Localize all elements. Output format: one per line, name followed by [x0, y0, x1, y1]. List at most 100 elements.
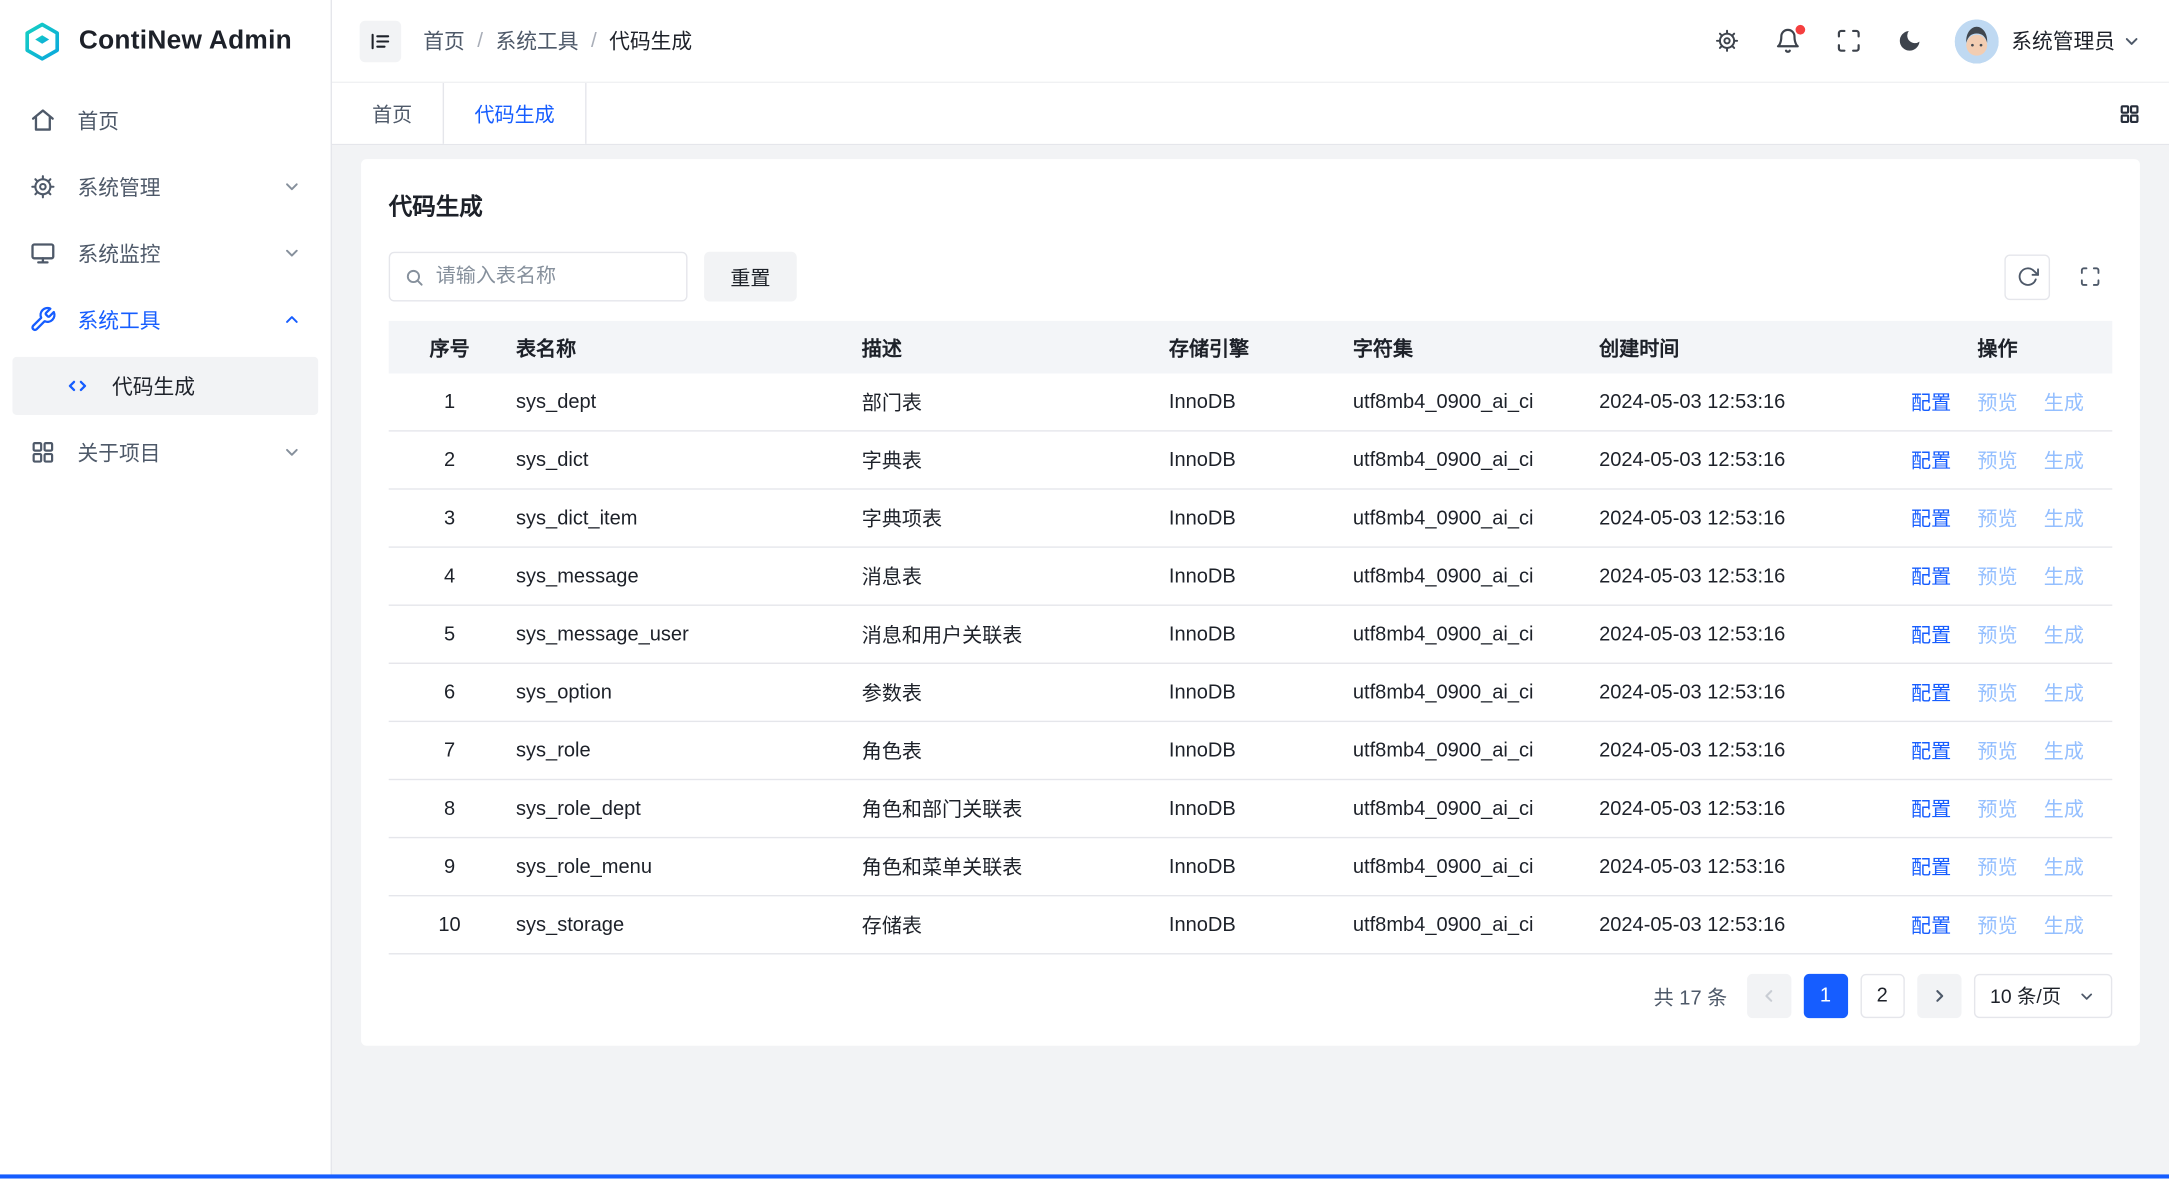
pagination-prev-button[interactable] [1747, 974, 1791, 1018]
preview-link[interactable]: 预览 [1977, 910, 2017, 939]
generate-link[interactable]: 生成 [2044, 562, 2084, 591]
pagination-next-button[interactable] [1917, 974, 1961, 1018]
notifications-button[interactable] [1775, 27, 1803, 55]
tab-code-generation[interactable]: 代码生成 [443, 83, 587, 144]
cell-actions: 配置 预览 生成 [1877, 445, 2112, 474]
preview-link[interactable]: 预览 [1977, 387, 2017, 416]
generate-link[interactable]: 生成 [2044, 504, 2084, 533]
breadcrumb-separator: / [591, 29, 597, 53]
pagination-page-1[interactable]: 1 [1803, 974, 1847, 1018]
configure-link[interactable]: 配置 [1911, 910, 1951, 939]
tab-home[interactable]: 首页 [357, 83, 428, 144]
page-size-value: 10 条/页 [1990, 982, 2061, 1010]
sidebar-item-system-management[interactable]: 系统管理 [12, 158, 318, 216]
configure-link[interactable]: 配置 [1911, 387, 1951, 416]
fullscreen-button[interactable] [1836, 27, 1864, 55]
configure-link[interactable]: 配置 [1911, 736, 1951, 765]
sidebar-item-system-monitor[interactable]: 系统监控 [12, 224, 318, 282]
cell-engine: InnoDB [1163, 856, 1347, 878]
main-area: 首页 / 系统工具 / 代码生成 [332, 0, 2169, 1179]
table-row: 5 sys_message_user 消息和用户关联表 InnoDB utf8m… [389, 606, 2113, 664]
cell-actions: 配置 预览 生成 [1877, 620, 2112, 649]
configure-link[interactable]: 配置 [1911, 794, 1951, 823]
cell-engine: InnoDB [1163, 449, 1347, 471]
configure-link[interactable]: 配置 [1911, 620, 1951, 649]
generate-link[interactable]: 生成 [2044, 620, 2084, 649]
home-icon [29, 107, 57, 135]
notification-dot [1795, 24, 1805, 34]
cell-engine: InnoDB [1163, 681, 1347, 703]
preview-link[interactable]: 预览 [1977, 562, 2017, 591]
chevron-down-icon [2078, 987, 2096, 1005]
cell-actions: 配置 预览 生成 [1877, 562, 2112, 591]
cell-index: 4 [389, 565, 511, 587]
avatar [1955, 19, 1999, 63]
wrench-icon [29, 306, 57, 334]
preview-link[interactable]: 预览 [1977, 852, 2017, 881]
cell-charset: utf8mb4_0900_ai_ci [1347, 856, 1593, 878]
cell-created-time: 2024-05-03 12:53:16 [1594, 681, 1878, 703]
breadcrumb-item-system-tools[interactable]: 系统工具 [495, 26, 578, 55]
pagination: 共 17 条 1 2 10 条/页 [389, 974, 2113, 1018]
table-row: 7 sys_role 角色表 InnoDB utf8mb4_0900_ai_ci… [389, 722, 2113, 780]
preview-link[interactable]: 预览 [1977, 445, 2017, 474]
generate-link[interactable]: 生成 [2044, 678, 2084, 707]
moon-icon [1897, 28, 1923, 54]
sidebar-item-about-project[interactable]: 关于项目 [12, 423, 318, 481]
preview-link[interactable]: 预览 [1977, 678, 2017, 707]
sidebar-item-code-generation[interactable]: 代码生成 [12, 357, 318, 415]
username: 系统管理员 [2011, 26, 2115, 55]
user-menu[interactable]: 系统管理员 [1955, 19, 2142, 63]
cell-index: 9 [389, 856, 511, 878]
expand-table-button[interactable] [2067, 254, 2113, 300]
generate-link[interactable]: 生成 [2044, 852, 2084, 881]
column-header-created: 创建时间 [1594, 333, 1878, 362]
refresh-button[interactable] [2004, 254, 2050, 300]
preview-link[interactable]: 预览 [1977, 794, 2017, 823]
generate-link[interactable]: 生成 [2044, 794, 2084, 823]
sidebar-collapse-button[interactable] [360, 20, 401, 61]
sidebar-item-home[interactable]: 首页 [12, 91, 318, 149]
apps-grid-icon [29, 439, 57, 467]
configure-link[interactable]: 配置 [1911, 504, 1951, 533]
cell-description: 参数表 [856, 678, 1163, 707]
cell-description: 字典表 [856, 445, 1163, 474]
tab-options-button[interactable] [2111, 95, 2147, 131]
breadcrumb-item-home[interactable]: 首页 [423, 26, 465, 55]
preview-link[interactable]: 预览 [1977, 736, 2017, 765]
search-icon [404, 266, 425, 287]
cell-created-time: 2024-05-03 12:53:16 [1594, 449, 1878, 471]
app-logo[interactable]: ContiNew Admin [0, 0, 331, 83]
preview-link[interactable]: 预览 [1977, 504, 2017, 533]
sidebar-item-system-tools[interactable]: 系统工具 [12, 290, 318, 348]
configure-link[interactable]: 配置 [1911, 852, 1951, 881]
pagination-page-2[interactable]: 2 [1860, 974, 1904, 1018]
cell-actions: 配置 预览 生成 [1877, 736, 2112, 765]
tab-bar-actions [2111, 83, 2147, 144]
table-row: 9 sys_role_menu 角色和菜单关联表 InnoDB utf8mb4_… [389, 838, 2113, 896]
expand-icon [2078, 266, 2100, 288]
dark-mode-button[interactable] [1896, 27, 1924, 55]
cell-charset: utf8mb4_0900_ai_ci [1347, 797, 1593, 819]
configure-link[interactable]: 配置 [1911, 562, 1951, 591]
fullscreen-icon [1836, 28, 1862, 54]
reset-button[interactable]: 重置 [704, 252, 797, 302]
settings-button[interactable] [1714, 27, 1742, 55]
gear-icon [1715, 28, 1741, 54]
chevron-down-icon [282, 443, 301, 462]
configure-link[interactable]: 配置 [1911, 445, 1951, 474]
search-input[interactable] [436, 266, 673, 288]
cell-created-time: 2024-05-03 12:53:16 [1594, 507, 1878, 529]
gear-icon [29, 173, 57, 201]
generate-link[interactable]: 生成 [2044, 910, 2084, 939]
configure-link[interactable]: 配置 [1911, 678, 1951, 707]
sidebar-item-label: 关于项目 [77, 438, 160, 467]
generate-link[interactable]: 生成 [2044, 736, 2084, 765]
generate-link[interactable]: 生成 [2044, 387, 2084, 416]
preview-link[interactable]: 预览 [1977, 620, 2017, 649]
page-size-select[interactable]: 10 条/页 [1973, 974, 2112, 1018]
cell-index: 2 [389, 449, 511, 471]
generate-link[interactable]: 生成 [2044, 445, 2084, 474]
cell-created-time: 2024-05-03 12:53:16 [1594, 914, 1878, 936]
cell-description: 角色和部门关联表 [856, 794, 1163, 823]
